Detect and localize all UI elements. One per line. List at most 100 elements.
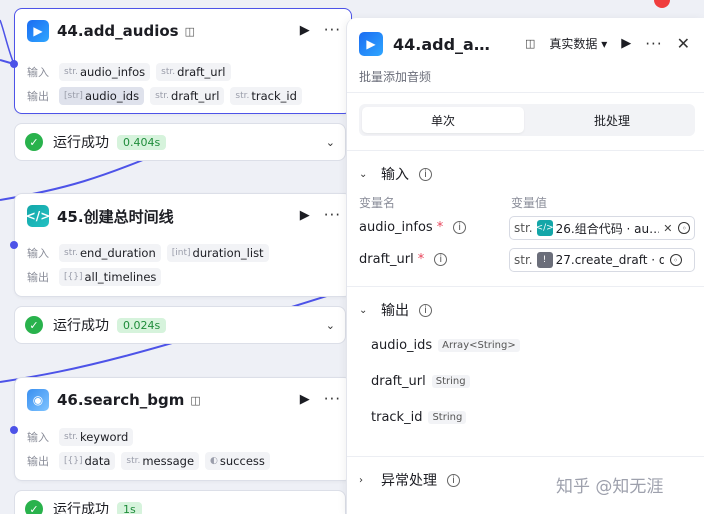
param-tag: str. audio_infos (59, 63, 151, 81)
type-label: str. (514, 221, 533, 235)
divider (347, 456, 704, 457)
tab-batch[interactable]: 批处理 (531, 107, 693, 133)
info-icon[interactable]: i (447, 473, 460, 487)
column-header-name: 变量名 (359, 196, 396, 210)
panel-header: ▶ 44.add_a… (359, 32, 490, 56)
audio-plugin-icon: ▶ (27, 20, 49, 42)
info-icon[interactable]: i (434, 253, 448, 266)
node-header: ▶ 44.add_audios ◫ (27, 19, 195, 43)
type-badge: String (428, 411, 467, 424)
param-tag: ◐ success (205, 452, 270, 470)
node-detail-panel: ▶ 44.add_a… ◫ 真实数据 ▾ ▶ ··· ✕ 批量添加音频 单次 批… (346, 18, 704, 514)
node-title: 45.创建总时间线 (57, 207, 174, 226)
divider (347, 150, 704, 151)
input-label: 输入 (27, 66, 49, 79)
panel-description: 批量添加音频 (359, 70, 432, 84)
node-outputs-row: 输出 [{}] all_timelines (27, 268, 162, 286)
chevron-down-icon: ⌄ (359, 304, 368, 316)
warning-icon: ! (536, 252, 553, 268)
clear-icon[interactable]: ✕ (663, 222, 672, 235)
run-status-bar[interactable]: ✓ 运行成功 0.024s ⌄ (14, 306, 346, 344)
node-create-timeline[interactable]: </> 45.创建总时间线 ▶ ··· 输入 str. end_duration … (14, 193, 352, 297)
info-icon[interactable]: i (419, 167, 432, 181)
success-check-icon: ✓ (25, 500, 43, 514)
input-handle[interactable] (10, 241, 18, 249)
input-section-header[interactable]: ⌄ 输入 i (359, 164, 432, 184)
node-title: 46.search_bgm (57, 391, 185, 409)
divider (347, 286, 704, 287)
chevron-down-icon[interactable]: ⌄ (326, 136, 335, 149)
chevron-right-icon: › (359, 474, 363, 486)
run-icon[interactable]: ▶ (300, 392, 310, 407)
output-param-row: track_id String (371, 410, 467, 425)
output-label: 输出 (27, 455, 49, 468)
node-outputs-row: 输出 [str] audio_ids str. draft_url str. trac… (27, 87, 302, 105)
output-section-header[interactable]: ⌄ 输出 i (359, 300, 432, 320)
tab-single[interactable]: 单次 (362, 107, 524, 133)
input-param-row: draft_url * i (359, 252, 448, 267)
reference-value: 27.create_draft · d (555, 253, 664, 267)
type-badge: Array<String> (438, 339, 520, 352)
section-title: 输出 (381, 303, 409, 319)
input-param-row: audio_infos * i (359, 220, 467, 235)
node-inputs-row: 输入 str. keyword (27, 428, 134, 446)
variable-target-icon[interactable]: ◦ (678, 222, 690, 234)
param-tag: [str] audio_ids (59, 87, 145, 105)
data-source-label: 真实数据 (549, 37, 598, 51)
node-title: 44.add_audios (57, 22, 179, 40)
status-text: 运行成功 (53, 135, 109, 151)
more-icon[interactable]: ··· (324, 390, 341, 408)
input-label: 输入 (27, 247, 49, 260)
status-text: 运行成功 (53, 502, 109, 514)
run-status-bar[interactable]: ✓ 运行成功 1s (14, 490, 346, 514)
variable-target-icon[interactable]: ◦ (669, 254, 682, 266)
param-value-reference[interactable]: str. ! 27.create_draft · d ◦ (509, 248, 695, 272)
param-name: track_id (371, 410, 423, 425)
column-header-value: 变量值 (511, 196, 548, 210)
section-title: 输入 (381, 167, 409, 183)
input-handle[interactable] (10, 60, 18, 68)
run-icon[interactable]: ▶ (300, 23, 310, 38)
param-name: audio_ids (371, 338, 433, 353)
panel-title[interactable]: 44.add_a… (393, 35, 490, 54)
info-icon[interactable]: i (453, 221, 467, 234)
more-icon[interactable]: ··· (645, 35, 662, 53)
required-mark: * (436, 220, 444, 235)
input-handle[interactable] (10, 426, 18, 434)
run-icon[interactable]: ▶ (621, 36, 631, 51)
type-label: str. (514, 253, 533, 267)
more-icon[interactable]: ··· (324, 206, 341, 224)
type-badge: String (431, 375, 470, 388)
node-add-audios[interactable]: ▶ 44.add_audios ◫ ▶ ··· 输入 str. audio_inf… (14, 8, 352, 114)
param-tag: [{}] data (59, 452, 116, 470)
success-check-icon: ✓ (25, 316, 43, 334)
info-icon[interactable]: i (419, 303, 432, 317)
node-search-bgm[interactable]: ◉ 46.search_bgm ◫ ▶ ··· 输入 str. keyword 输… (14, 377, 352, 481)
watermark: 知乎 @知无涯 (556, 477, 664, 497)
param-name: draft_url (371, 374, 426, 389)
run-status-bar[interactable]: ✓ 运行成功 0.404s ⌄ (14, 123, 346, 161)
node-outputs-row: 输出 [{}] data str. message ◐ success (27, 452, 270, 470)
output-param-row: audio_ids Array<String> (371, 338, 520, 353)
data-source-select[interactable]: 真实数据 ▾ (549, 35, 607, 52)
param-value-reference[interactable]: str. </> 26.组合代码 · au… ✕ ◦ (509, 216, 695, 240)
chevron-down-icon[interactable]: ⌄ (326, 319, 335, 332)
search-plugin-icon: ◉ (27, 389, 49, 411)
section-title: 异常处理 (381, 473, 437, 489)
output-label: 输出 (27, 271, 49, 284)
plugin-badge-icon: ◫ (190, 393, 201, 407)
audio-plugin-icon: ▶ (359, 32, 383, 56)
param-tag: [int] duration_list (166, 244, 269, 262)
node-inputs-row: 输入 str. end_duration [int] duration_list (27, 244, 269, 262)
mock-data-icon[interactable]: ◫ (525, 37, 535, 50)
close-icon[interactable]: ✕ (677, 34, 690, 53)
reference-value: 26.组合代码 · au… (555, 221, 660, 236)
error-handling-section-header[interactable]: › 异常处理 i (359, 470, 460, 490)
param-name: draft_url (359, 252, 414, 267)
param-tag: str. draft_url (150, 87, 225, 105)
more-icon[interactable]: ··· (324, 21, 341, 39)
run-mode-tabs: 单次 批处理 (359, 104, 695, 136)
code-icon: </> (26, 205, 50, 227)
run-icon[interactable]: ▶ (300, 208, 310, 223)
param-name: audio_infos (359, 220, 433, 235)
